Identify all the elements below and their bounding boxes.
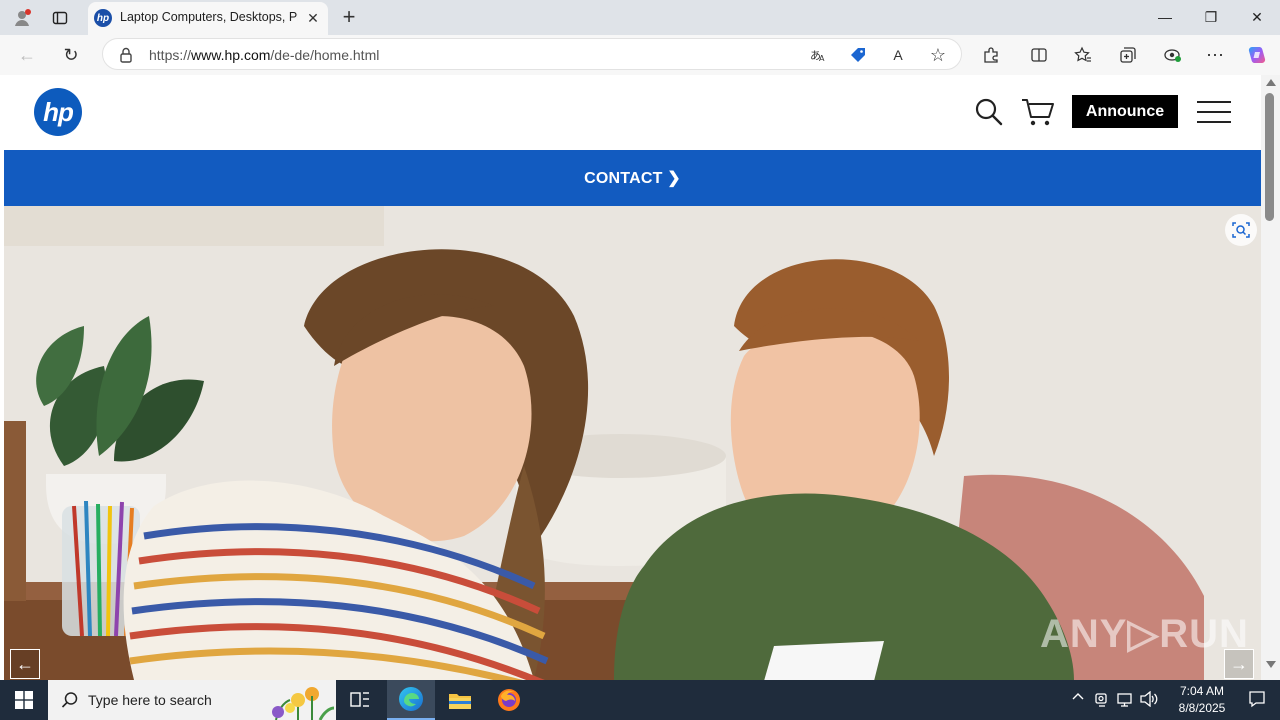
collections-icon[interactable] [1116, 43, 1140, 67]
url-text: https://www.hp.com/de-de/home.html [149, 47, 379, 63]
anyrun-watermark: ANY▷RUN [1040, 612, 1249, 656]
browser-essentials-icon[interactable] [1160, 43, 1184, 67]
browser-toolbar: ← ↻ https://www.hp.com/de-de/home.html あ… [0, 35, 1280, 75]
firefox-icon[interactable] [485, 680, 533, 720]
restore-button[interactable]: ❐ [1188, 0, 1234, 34]
promo-banner: CONTACT ❯ [4, 150, 1261, 206]
address-bar[interactable]: https://www.hp.com/de-de/home.html あA A … [102, 38, 962, 70]
new-tab-button[interactable]: + [336, 4, 362, 30]
contact-link[interactable]: CONTACT ❯ [584, 168, 681, 188]
favorite-star-icon[interactable]: ☆ [927, 44, 949, 66]
search-highlight-flowers-icon [272, 687, 334, 720]
reload-button[interactable]: ↻ [58, 42, 84, 68]
shopping-cart-icon[interactable] [1021, 96, 1055, 128]
tab-close-icon[interactable]: ✕ [304, 9, 322, 27]
tab-actions-icon[interactable] [48, 6, 72, 30]
file-explorer-icon[interactable] [436, 680, 484, 720]
volume-icon[interactable] [1140, 690, 1160, 709]
scroll-down-arrow-icon[interactable] [1266, 661, 1276, 668]
tab-title: Laptop Computers, Desktops, Printers, In… [120, 10, 298, 24]
url-path: /de-de/home.html [270, 47, 380, 63]
back-button[interactable]: ← [14, 42, 40, 68]
visual-search-icon[interactable] [1225, 214, 1257, 246]
copilot-icon[interactable] [1245, 43, 1269, 67]
scroll-thumb[interactable] [1265, 93, 1274, 221]
translate-icon[interactable]: あA [807, 44, 829, 66]
meet-now-icon[interactable] [1094, 691, 1112, 709]
carousel-prev-button[interactable]: ← [10, 649, 40, 679]
hero-image [4, 206, 1261, 680]
split-screen-icon[interactable] [1027, 43, 1051, 67]
favorites-icon[interactable] [1071, 43, 1095, 67]
taskbar-search-icon [61, 692, 78, 708]
scroll-up-arrow-icon[interactable] [1266, 79, 1276, 86]
browser-title-bar: hp Laptop Computers, Desktops, Printers,… [0, 0, 1280, 35]
web-page: hp Announce CONTACT ❯ ANY▷RUN ← → [0, 75, 1280, 680]
hero-carousel: ANY▷RUN ← → [4, 206, 1261, 680]
url-host: www.hp.com [191, 47, 271, 63]
site-header: hp Announce [4, 75, 1261, 150]
minimize-button[interactable]: — [1142, 0, 1188, 34]
extensions-icon[interactable] [979, 43, 1003, 67]
windows-taskbar: Type here to search 7:04 AM 8/8/2025 [0, 680, 1280, 720]
close-window-button[interactable]: ✕ [1234, 0, 1280, 34]
carousel-next-button[interactable]: → [1224, 649, 1254, 679]
hp-logo[interactable]: hp [34, 88, 82, 136]
profile-icon[interactable] [10, 6, 34, 30]
taskbar-search-box[interactable]: Type here to search [48, 680, 336, 720]
hp-favicon-icon: hp [94, 9, 112, 27]
network-icon[interactable] [1117, 691, 1135, 709]
shopping-tag-icon[interactable] [847, 44, 869, 66]
tab-active[interactable]: hp Laptop Computers, Desktops, Printers,… [88, 2, 328, 35]
read-aloud-icon[interactable]: A [887, 44, 909, 66]
windows-start-icon[interactable] [0, 680, 48, 720]
svg-text:A: A [819, 54, 825, 63]
system-tray: 7:04 AM 8/8/2025 [1068, 680, 1280, 720]
settings-more-icon[interactable]: ⋯ [1203, 43, 1227, 67]
search-icon[interactable] [974, 97, 1004, 127]
url-prefix: https:// [149, 47, 192, 63]
site-info-icon[interactable] [117, 46, 135, 64]
clock-date[interactable]: 8/8/2025 [1172, 701, 1232, 715]
notifications-icon[interactable] [1248, 690, 1268, 710]
page-scrollbar[interactable] [1261, 75, 1280, 680]
show-hidden-icons-chevron-icon[interactable] [1071, 690, 1087, 710]
task-view-icon[interactable] [336, 680, 384, 720]
hamburger-menu-icon[interactable] [1197, 99, 1233, 125]
taskbar-search-placeholder: Type here to search [88, 692, 212, 708]
edge-taskbar-icon[interactable] [387, 680, 435, 720]
clock-time[interactable]: 7:04 AM [1172, 684, 1232, 698]
announce-button[interactable]: Announce [1072, 95, 1178, 128]
